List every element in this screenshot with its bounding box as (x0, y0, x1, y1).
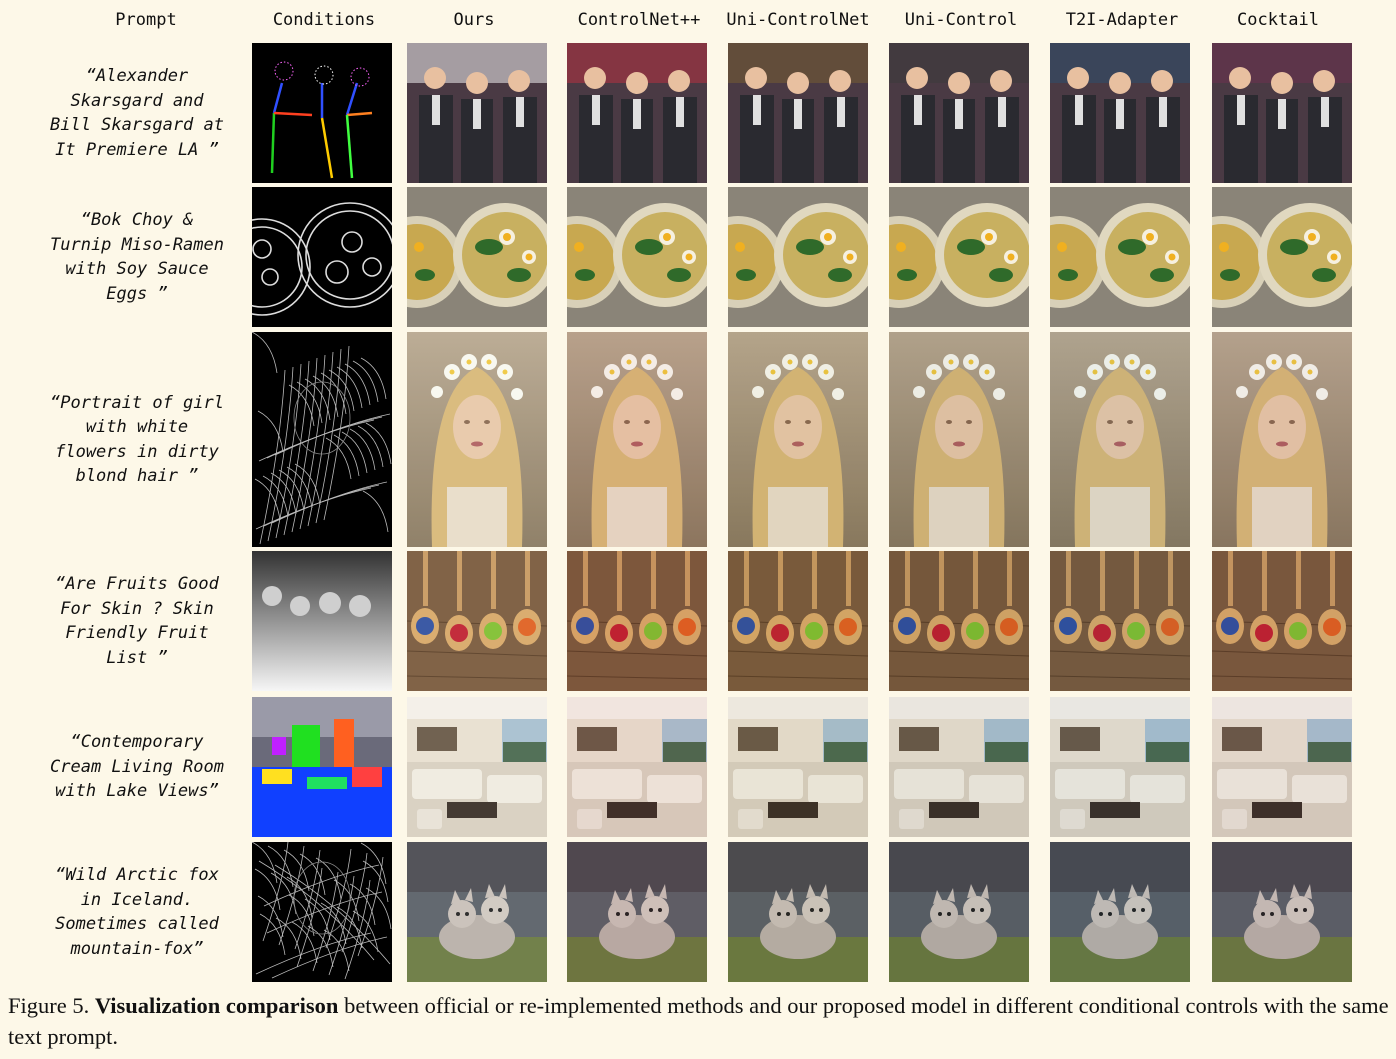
result-image-uni-controlnet (728, 697, 868, 837)
result-image-cocktail (1212, 842, 1352, 982)
row-prompt: “Portrait of girl with white flowers in … (50, 392, 224, 487)
result-image-controlnet- (567, 697, 707, 837)
result-image-uni-controlnet (728, 43, 868, 183)
comparison-row: “Wild Arctic fox in Iceland. Sometimes c… (0, 842, 1396, 982)
condition-image-conditions (252, 697, 392, 837)
result-image-cocktail (1212, 332, 1352, 547)
caption-bold: Visualization comparison (94, 993, 339, 1018)
condition-image-conditions (252, 43, 392, 183)
header-ours: Ours (453, 10, 495, 30)
comparison-row: “Portrait of girl with white flowers in … (0, 332, 1396, 547)
result-image-t2i-adapter (1050, 43, 1190, 183)
condition-image-conditions (252, 332, 392, 547)
result-image-ours (407, 43, 547, 183)
result-image-controlnet- (567, 187, 707, 327)
header-t2i-adapter: T2I-Adapter (1065, 10, 1179, 30)
result-image-t2i-adapter (1050, 842, 1190, 982)
figure-caption: Figure 5. Visualization comparison betwe… (8, 990, 1396, 1052)
header-prompt: Prompt (115, 10, 177, 30)
result-image-uni-control (889, 551, 1029, 691)
result-image-uni-control (889, 842, 1029, 982)
result-image-uni-control (889, 43, 1029, 183)
result-image-uni-controlnet (728, 551, 868, 691)
comparison-row: “Bok Choy & Turnip Miso-Ramen with Soy S… (0, 187, 1396, 327)
row-prompt: “Alexander Skarsgard and Bill Skarsgard … (50, 66, 224, 160)
result-image-controlnet- (567, 43, 707, 183)
column-headers: Prompt Conditions Ours ControlNet++ Uni-… (0, 10, 1396, 36)
result-image-t2i-adapter (1050, 332, 1190, 547)
header-cocktail: Cocktail (1237, 10, 1319, 30)
comparison-row: “Are Fruits Good For Skin ? Skin Friendl… (0, 551, 1396, 691)
result-image-ours (407, 187, 547, 327)
result-image-uni-control (889, 332, 1029, 547)
row-prompt: “Bok Choy & Turnip Miso-Ramen with Soy S… (50, 210, 224, 304)
result-image-controlnet- (567, 842, 707, 982)
result-image-ours (407, 697, 547, 837)
comparison-row: “Alexander Skarsgard and Bill Skarsgard … (0, 43, 1396, 183)
row-prompt: “Wild Arctic fox in Iceland. Sometimes c… (55, 865, 219, 959)
condition-image-conditions (252, 187, 392, 327)
result-image-ours (407, 551, 547, 691)
header-controlnetpp: ControlNet++ (577, 10, 701, 30)
result-image-controlnet- (567, 551, 707, 691)
result-image-uni-controlnet (728, 842, 868, 982)
result-image-t2i-adapter (1050, 551, 1190, 691)
row-prompt: “Are Fruits Good For Skin ? Skin Friendl… (55, 574, 219, 668)
result-image-ours (407, 332, 547, 547)
header-conditions: Conditions (272, 10, 376, 30)
result-image-t2i-adapter (1050, 187, 1190, 327)
result-image-uni-control (889, 187, 1029, 327)
result-image-cocktail (1212, 187, 1352, 327)
caption-label: Figure 5. (8, 993, 90, 1018)
row-prompt: “Contemporary Cream Living Room with Lak… (50, 732, 224, 802)
result-image-uni-control (889, 697, 1029, 837)
result-image-uni-controlnet (728, 332, 868, 547)
result-image-t2i-adapter (1050, 697, 1190, 837)
condition-image-conditions (252, 551, 392, 691)
comparison-row: “Contemporary Cream Living Room with Lak… (0, 697, 1396, 837)
result-image-cocktail (1212, 697, 1352, 837)
result-image-controlnet- (567, 332, 707, 547)
result-image-cocktail (1212, 551, 1352, 691)
condition-image-conditions (252, 842, 392, 982)
result-image-cocktail (1212, 43, 1352, 183)
result-image-ours (407, 842, 547, 982)
header-uni-control: Uni-Control (904, 10, 1018, 30)
result-image-uni-controlnet (728, 187, 868, 327)
header-uni-controlnet: Uni-ControlNet (726, 10, 870, 30)
